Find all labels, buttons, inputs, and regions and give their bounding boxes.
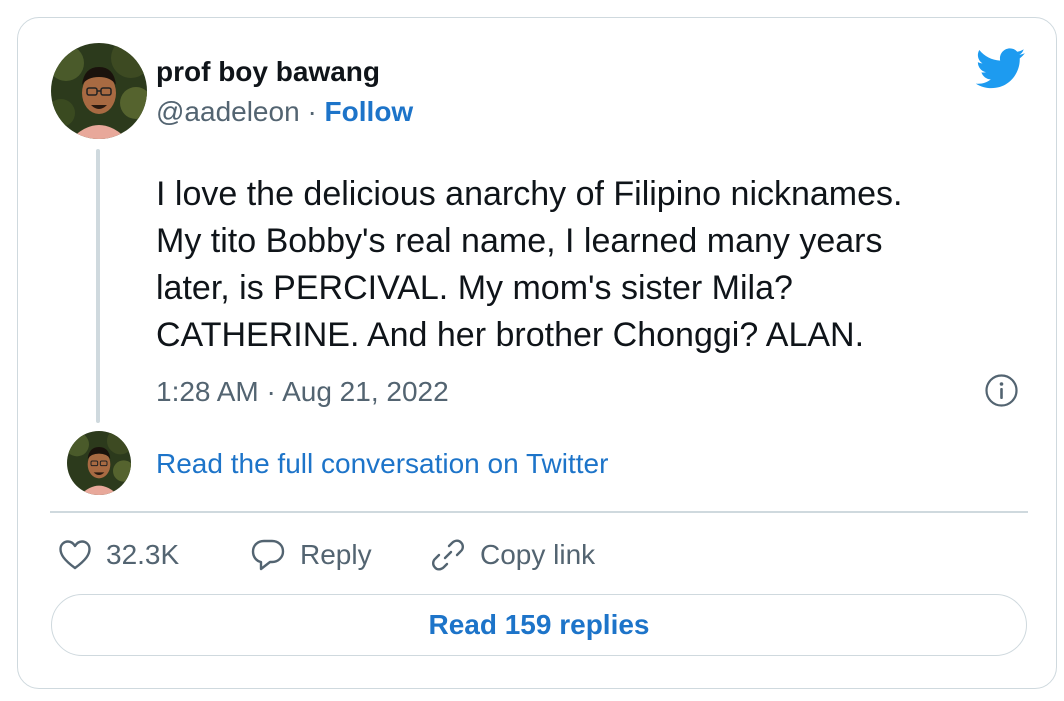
tweet-text-line: I love the delicious anarchy of Filipino… (156, 175, 903, 213)
author-handle-row: @aadeleon · Follow (156, 96, 413, 128)
read-replies-button[interactable]: Read 159 replies (51, 594, 1027, 656)
tweet-text: I love the delicious anarchy of Filipino… (156, 171, 1036, 359)
twitter-bird-icon[interactable] (975, 48, 1026, 95)
info-icon[interactable] (985, 374, 1018, 407)
reply-button[interactable]: Reply (250, 536, 372, 574)
conversation-avatar[interactable] (67, 431, 131, 495)
tweet-text-line: CATHERINE. And her brother Chonggi? ALAN… (156, 316, 865, 354)
read-replies-label: Read 159 replies (428, 609, 650, 640)
read-conversation-link[interactable]: Read the full conversation on Twitter (156, 448, 608, 480)
tweet-card: prof boy bawang @aadeleon · Follow I lov… (17, 17, 1057, 689)
reply-bubble-icon (251, 539, 285, 571)
author-name[interactable]: prof boy bawang (156, 56, 380, 88)
copy-link-label: Copy link (480, 539, 596, 570)
tweet-timestamp[interactable]: 1:28 AM · Aug 21, 2022 (156, 376, 449, 408)
link-icon (431, 539, 465, 571)
author-avatar[interactable] (51, 43, 147, 139)
reply-label: Reply (300, 539, 372, 570)
heart-icon (59, 540, 91, 570)
author-handle[interactable]: @aadeleon (156, 96, 300, 127)
like-count: 32.3K (106, 539, 180, 570)
handle-separator: · (307, 96, 317, 127)
thread-line (96, 149, 100, 423)
follow-button[interactable]: Follow (325, 96, 414, 127)
like-button[interactable]: 32.3K (58, 536, 179, 574)
divider (50, 511, 1028, 513)
copy-link-button[interactable]: Copy link (430, 536, 595, 574)
tweet-text-line: My tito Bobby's real name, I learned man… (156, 222, 883, 260)
tweet-text-line: later, is PERCIVAL. My mom's sister Mila… (156, 269, 793, 307)
